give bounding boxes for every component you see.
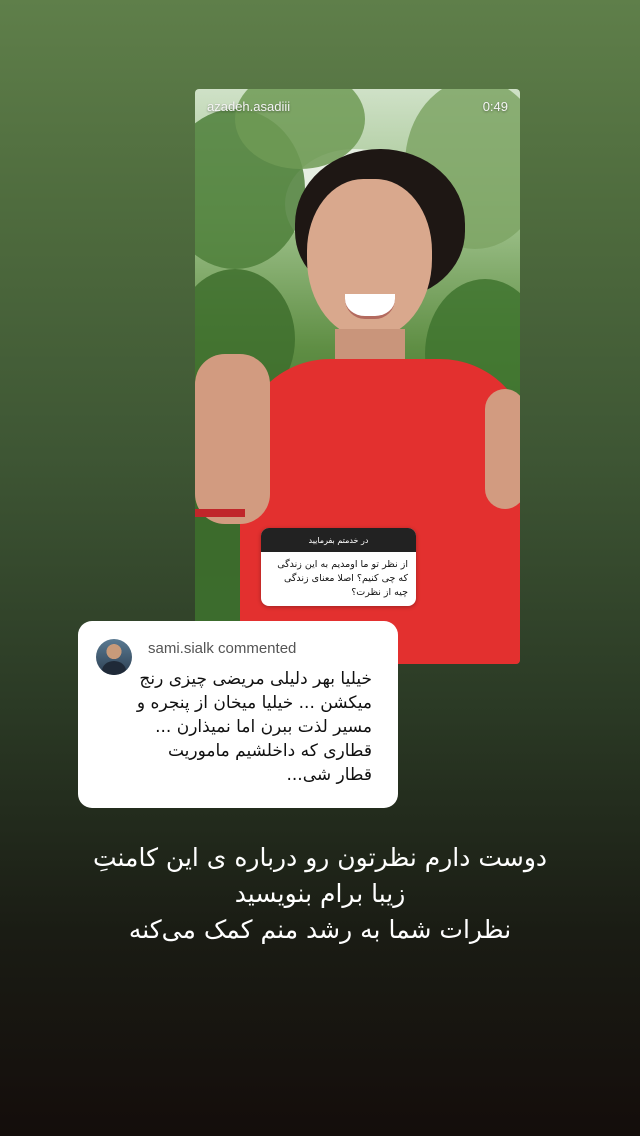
- question-sticker: در خدمتم بفرمایید از نظر تو ما اومدیم به…: [261, 528, 416, 606]
- caption-line-1: دوست دارم نظرتون رو درباره ی این کامنتِ: [92, 843, 548, 872]
- question-sticker-header: در خدمتم بفرمایید: [261, 528, 416, 552]
- bracelet: [195, 509, 245, 517]
- story-username[interactable]: azadeh.asadiii: [207, 99, 290, 114]
- comment-author[interactable]: sami.sialk commented: [148, 640, 296, 657]
- question-sticker-text: از نظر تو ما اومدیم به این زندگی که چی ک…: [277, 559, 408, 598]
- story-video-frame[interactable]: azadeh.asadiii 0:49 در خدمتم بفرمایید از…: [195, 89, 520, 664]
- comment-text: خیلیا بهر دلیلی مریضی چیزی رنج میکشن ...…: [136, 669, 372, 785]
- arm: [485, 389, 520, 509]
- avatar-figure: [102, 661, 126, 675]
- story-timestamp: 0:49: [482, 99, 508, 114]
- caption-line-2: زیبا برام بنویسید: [234, 879, 406, 908]
- caption-line-3: نظرات شما به رشد منم کمک می‌کنه: [128, 915, 512, 944]
- comment-card[interactable]: sami.sialk commented خیلیا بهر دلیلی مری…: [78, 621, 398, 808]
- red-shirt: [240, 359, 520, 664]
- raised-hand: [195, 354, 270, 524]
- avatar[interactable]: [96, 639, 132, 675]
- story-caption: دوست دارم نظرتون رو درباره ی این کامنتِ …: [30, 840, 610, 948]
